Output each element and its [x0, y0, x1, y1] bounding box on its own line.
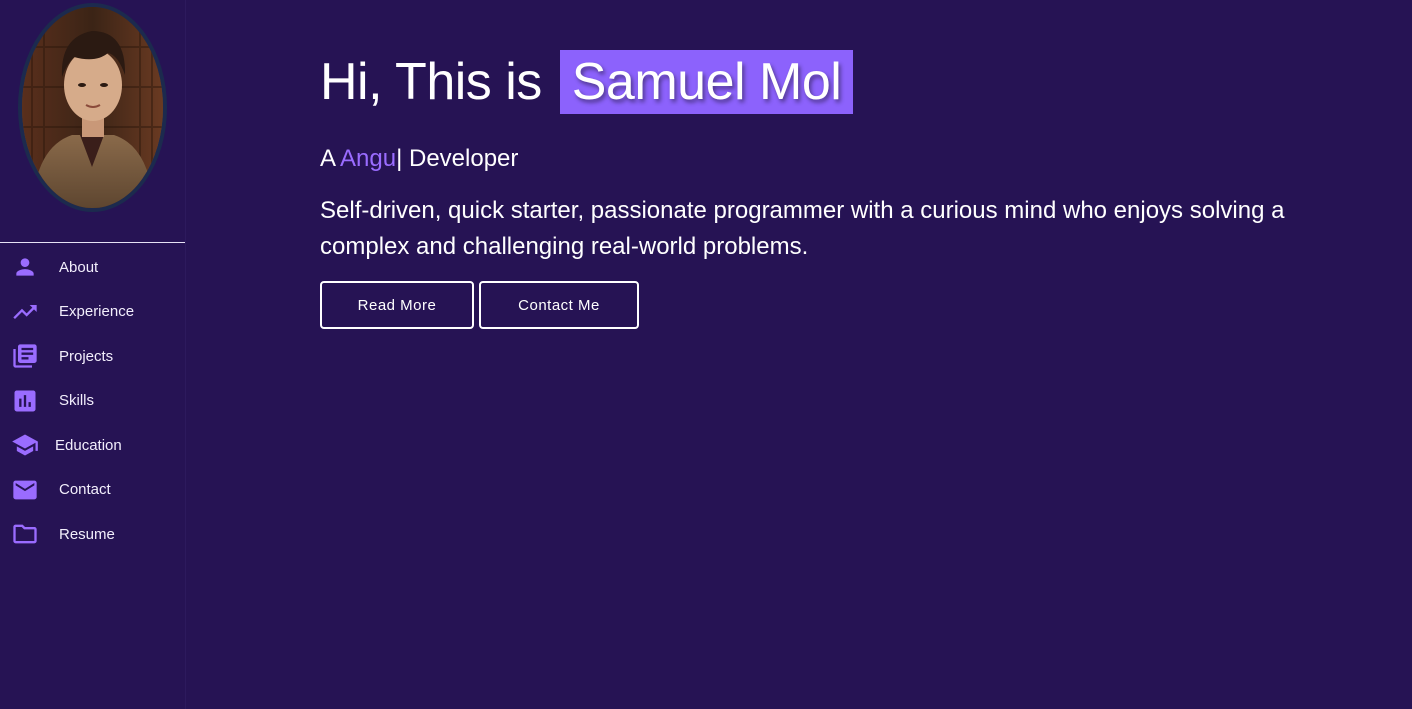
avatar	[18, 3, 167, 212]
sidebar-item-resume[interactable]: Resume	[0, 512, 185, 557]
hero-greeting: Hi, This is	[320, 53, 542, 111]
sidebar-item-education[interactable]: Education	[0, 423, 185, 468]
hero-subtitle: A Angu| Developer	[320, 145, 518, 173]
folder-icon	[11, 520, 39, 548]
person-icon	[11, 253, 39, 281]
library-books-icon	[11, 342, 39, 370]
trending-up-icon	[11, 298, 39, 326]
sidebar-item-about[interactable]: About	[0, 245, 185, 290]
mail-icon	[11, 476, 39, 504]
sidebar-item-contact[interactable]: Contact	[0, 468, 185, 513]
typed-role-text: Angu	[340, 145, 397, 172]
sidebar-item-skills[interactable]: Skills	[0, 379, 185, 424]
sidebar-nav: About Experience Projects Skills Educati…	[0, 245, 185, 557]
sidebar-item-label: About	[59, 258, 99, 276]
sidebar-item-label: Contact	[59, 481, 111, 499]
hero-name-highlight: Samuel Mol	[559, 50, 854, 114]
sidebar-divider	[0, 242, 185, 243]
read-more-button[interactable]: Read More	[320, 281, 474, 329]
school-icon	[11, 431, 39, 459]
contact-me-button[interactable]: Contact Me	[479, 281, 639, 329]
sidebar-item-experience[interactable]: Experience	[0, 290, 185, 335]
bar-chart-icon	[11, 387, 39, 415]
subtitle-prefix: A	[320, 145, 341, 172]
sidebar-item-label: Education	[55, 436, 122, 454]
sidebar-item-label: Resume	[59, 525, 115, 543]
hero-title: Hi, This is Samuel Mol	[320, 50, 854, 114]
sidebar: About Experience Projects Skills Educati…	[0, 0, 186, 709]
sidebar-item-projects[interactable]: Projects	[0, 334, 185, 379]
subtitle-suffix: Developer	[402, 145, 519, 172]
sidebar-item-label: Projects	[59, 347, 114, 365]
avatar-portrait	[22, 7, 163, 208]
hero-description: Self-driven, quick starter, passionate p…	[320, 197, 1285, 260]
sidebar-item-label: Experience	[59, 303, 135, 321]
sidebar-item-label: Skills	[59, 392, 95, 410]
